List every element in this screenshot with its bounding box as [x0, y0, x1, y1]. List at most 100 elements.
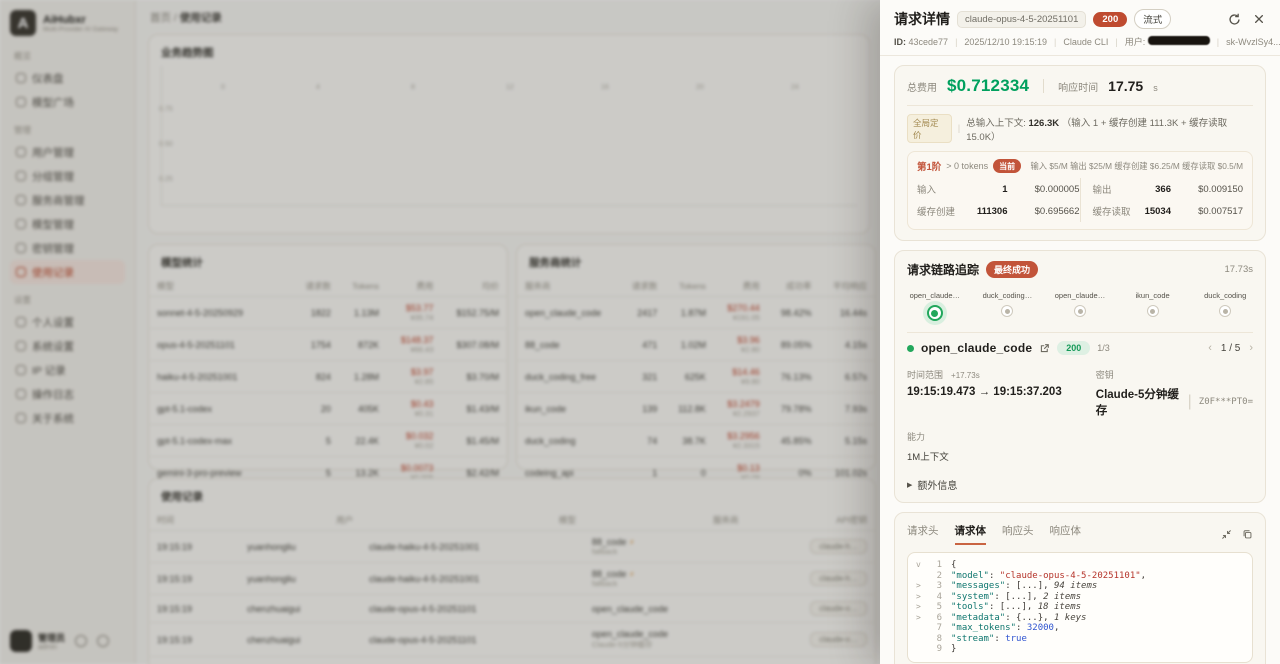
key-name: Claude-5分钟缓存 — [1096, 386, 1181, 418]
stream-badge: 流式 — [1134, 9, 1171, 29]
copy-icon[interactable] — [1242, 529, 1253, 540]
line-number: 2 — [926, 571, 942, 582]
collapse-icon[interactable] — [1221, 529, 1232, 540]
line-number: 4 — [926, 592, 942, 603]
trace-step[interactable]: open_claude… — [907, 291, 963, 321]
cost-value: $0.712334 — [947, 76, 1029, 96]
code-token: : — [989, 571, 1000, 581]
pricing-tier: 第1阶 > 0 tokens 当前 输入 $5/M 输出 $25/M 缓存创建 … — [907, 151, 1253, 230]
tier-cell-cost: $0.695662 — [1008, 206, 1080, 217]
trace-step-idle-icon[interactable] — [1074, 305, 1086, 317]
tab-item[interactable]: 响应体 — [1050, 523, 1082, 545]
code-content: "model": "claude-opus-4-5-20251101", — [951, 571, 1146, 582]
cost-label: 总费用 — [907, 79, 937, 94]
code-token: "tools" — [951, 602, 989, 612]
trace-step-idle-icon[interactable] — [1147, 305, 1159, 317]
code-content: } — [951, 644, 956, 655]
code-line: >5"tools": [...], 18 items — [916, 602, 1244, 613]
refresh-icon[interactable] — [1228, 13, 1241, 26]
fold-toggle-icon[interactable]: > — [916, 613, 926, 624]
pager-next-icon[interactable]: › — [1249, 342, 1253, 354]
fold-toggle-icon[interactable]: > — [916, 592, 926, 603]
trace-step-idle-icon[interactable] — [1001, 305, 1013, 317]
fold-spacer — [916, 634, 926, 645]
fold-toggle-icon[interactable]: > — [916, 602, 926, 613]
code-token: } — [951, 644, 956, 654]
current-step-name: open_claude_code — [921, 341, 1032, 355]
tier-cell: 缓存创建111306$0.695662 — [917, 200, 1080, 222]
fold-toggle-icon[interactable]: > — [916, 581, 926, 592]
code-token: "claude-opus-4-5-20251101" — [1000, 571, 1141, 581]
code-token: "max_tokens" — [951, 623, 1016, 633]
current-step-row: open_claude_code 200 1/3 ‹ 1 / 5 › — [907, 341, 1253, 355]
model-tag: claude-opus-4-5-20251101 — [957, 11, 1086, 28]
key-masked-value: Z0F***PT0= — [1199, 397, 1253, 407]
close-icon[interactable] — [1253, 13, 1266, 26]
code-token: "system" — [951, 592, 994, 602]
line-number: 9 — [926, 644, 942, 655]
code-content: "max_tokens": 32000, — [951, 623, 1059, 634]
fold-spacer — [916, 644, 926, 655]
trace-step[interactable]: ikun_code — [1125, 291, 1181, 321]
code-line: 7 "max_tokens": 32000, — [916, 623, 1244, 634]
tier-cell-label: 输出 — [1093, 182, 1145, 196]
extra-info-toggle[interactable]: ▶ 额外信息 — [907, 477, 1253, 492]
time-delta: +17.73s — [951, 371, 980, 380]
external-link-icon[interactable] — [1039, 343, 1050, 354]
code-token: , — [1054, 623, 1059, 633]
code-token: 2 items — [1043, 592, 1081, 602]
trace-step-idle-icon[interactable] — [1219, 305, 1231, 317]
step-status-badge: 200 — [1057, 341, 1090, 355]
trace-step[interactable]: open_claude… — [1052, 291, 1108, 321]
pager-prev-icon[interactable]: ‹ — [1208, 342, 1212, 354]
code-content: { — [951, 560, 956, 571]
code-line: >4 "system": [...], 2 items — [916, 592, 1244, 603]
trace-step[interactable]: duck_coding — [1197, 291, 1253, 321]
line-number: 6 — [926, 613, 942, 624]
tier-column-right: 输出366$0.009150缓存读取15034$0.007517 — [1081, 178, 1244, 222]
trace-title: 请求链路追踪 — [907, 261, 979, 278]
trace-step[interactable]: duck_coding… — [980, 291, 1036, 321]
app-root: A AiHubxr Multi-Provider AI Gateway 概览仪表… — [0, 0, 1280, 664]
code-token: "model" — [951, 571, 989, 581]
code-token: : [...], — [1005, 581, 1054, 591]
code-token: : [...], — [989, 602, 1038, 612]
code-line: >6"metadata": {...}, 1 keys — [916, 613, 1244, 624]
line-number: 3 — [926, 581, 942, 592]
fold-toggle-icon[interactable]: v — [916, 560, 926, 571]
code-content: "messages": [...], 94 items — [951, 581, 1097, 592]
tier-range: > 0 tokens — [946, 161, 988, 171]
current-tier-badge: 当前 — [993, 159, 1021, 173]
tier-cell-cost: $0.009150 — [1171, 184, 1243, 195]
tab-item[interactable]: 响应头 — [1002, 523, 1034, 545]
line-number: 7 — [926, 623, 942, 634]
tab-active[interactable]: 请求体 — [955, 523, 987, 545]
key-field: 密钥 Claude-5分钟缓存 | Z0F***PT0= — [1096, 365, 1253, 418]
payload-card: 请求头请求体响应头响应体 v1{ 2"model": — [894, 512, 1266, 664]
trace-card: 请求链路追踪 最终成功 17.73s open_claude… duck_codi… — [894, 250, 1266, 503]
tier-cell: 缓存读取15034$0.007517 — [1081, 200, 1244, 222]
code-token: 32000 — [1027, 623, 1054, 633]
code-token: true — [1005, 634, 1027, 644]
request-time: 2025/12/10 19:15:19 — [964, 37, 1047, 47]
time-range-value: 19:15:19.473 → 19:15:37.203 — [907, 386, 1088, 398]
trace-step-label: ikun_code — [1135, 291, 1169, 300]
trace-step-active-icon[interactable] — [927, 305, 943, 321]
trace-step-label: duck_coding — [1204, 291, 1246, 300]
response-time-label: 响应时间 — [1058, 79, 1098, 94]
code-token: 94 items — [1054, 581, 1097, 591]
time-range-field: 时间范围+17.73s 19:15:19.473 → 19:15:37.203 — [907, 365, 1088, 418]
drawer-title: 请求详情 — [894, 9, 950, 29]
code-content: "stream": true — [951, 634, 1027, 645]
tab-item[interactable]: 请求头 — [907, 523, 939, 545]
request-detail-drawer: 请求详情 claude-opus-4-5-20251101 200 流式 — [880, 0, 1280, 664]
tier-name: 第1阶 — [917, 159, 941, 173]
code-token: : [...], — [994, 592, 1043, 602]
final-status-badge: 最终成功 — [986, 261, 1038, 278]
code-content: "system": [...], 2 items — [951, 592, 1081, 603]
trace-duration: 17.73s — [1224, 264, 1253, 275]
line-number: 8 — [926, 634, 942, 645]
code-token: : — [994, 634, 1005, 644]
json-viewer[interactable]: v1{ 2"model": "claude-opus-4-5-20251101"… — [907, 552, 1253, 663]
triangle-right-icon: ▶ — [907, 481, 912, 489]
